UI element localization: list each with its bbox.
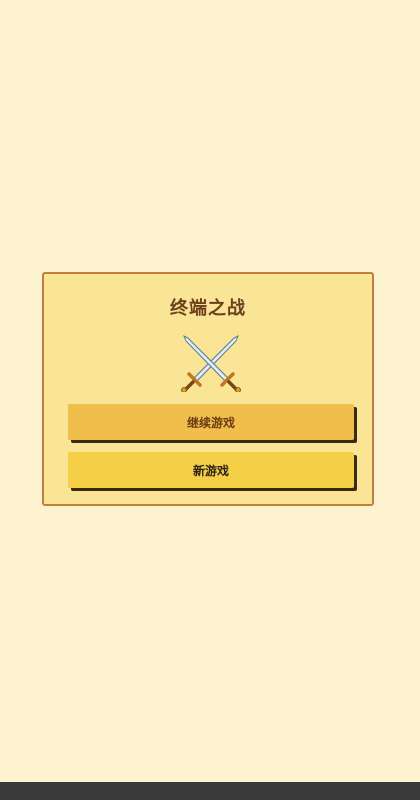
new-game-button[interactable]: 新游戏 <box>68 452 354 488</box>
crossed-swords-icon <box>181 334 241 392</box>
game-title: 终端之战 <box>170 298 246 319</box>
continue-game-button[interactable]: 继续游戏 <box>68 404 354 440</box>
bottom-bar <box>0 782 420 800</box>
main-menu-dialog: 终端之战 继续游戏 新游戏 <box>42 272 374 506</box>
